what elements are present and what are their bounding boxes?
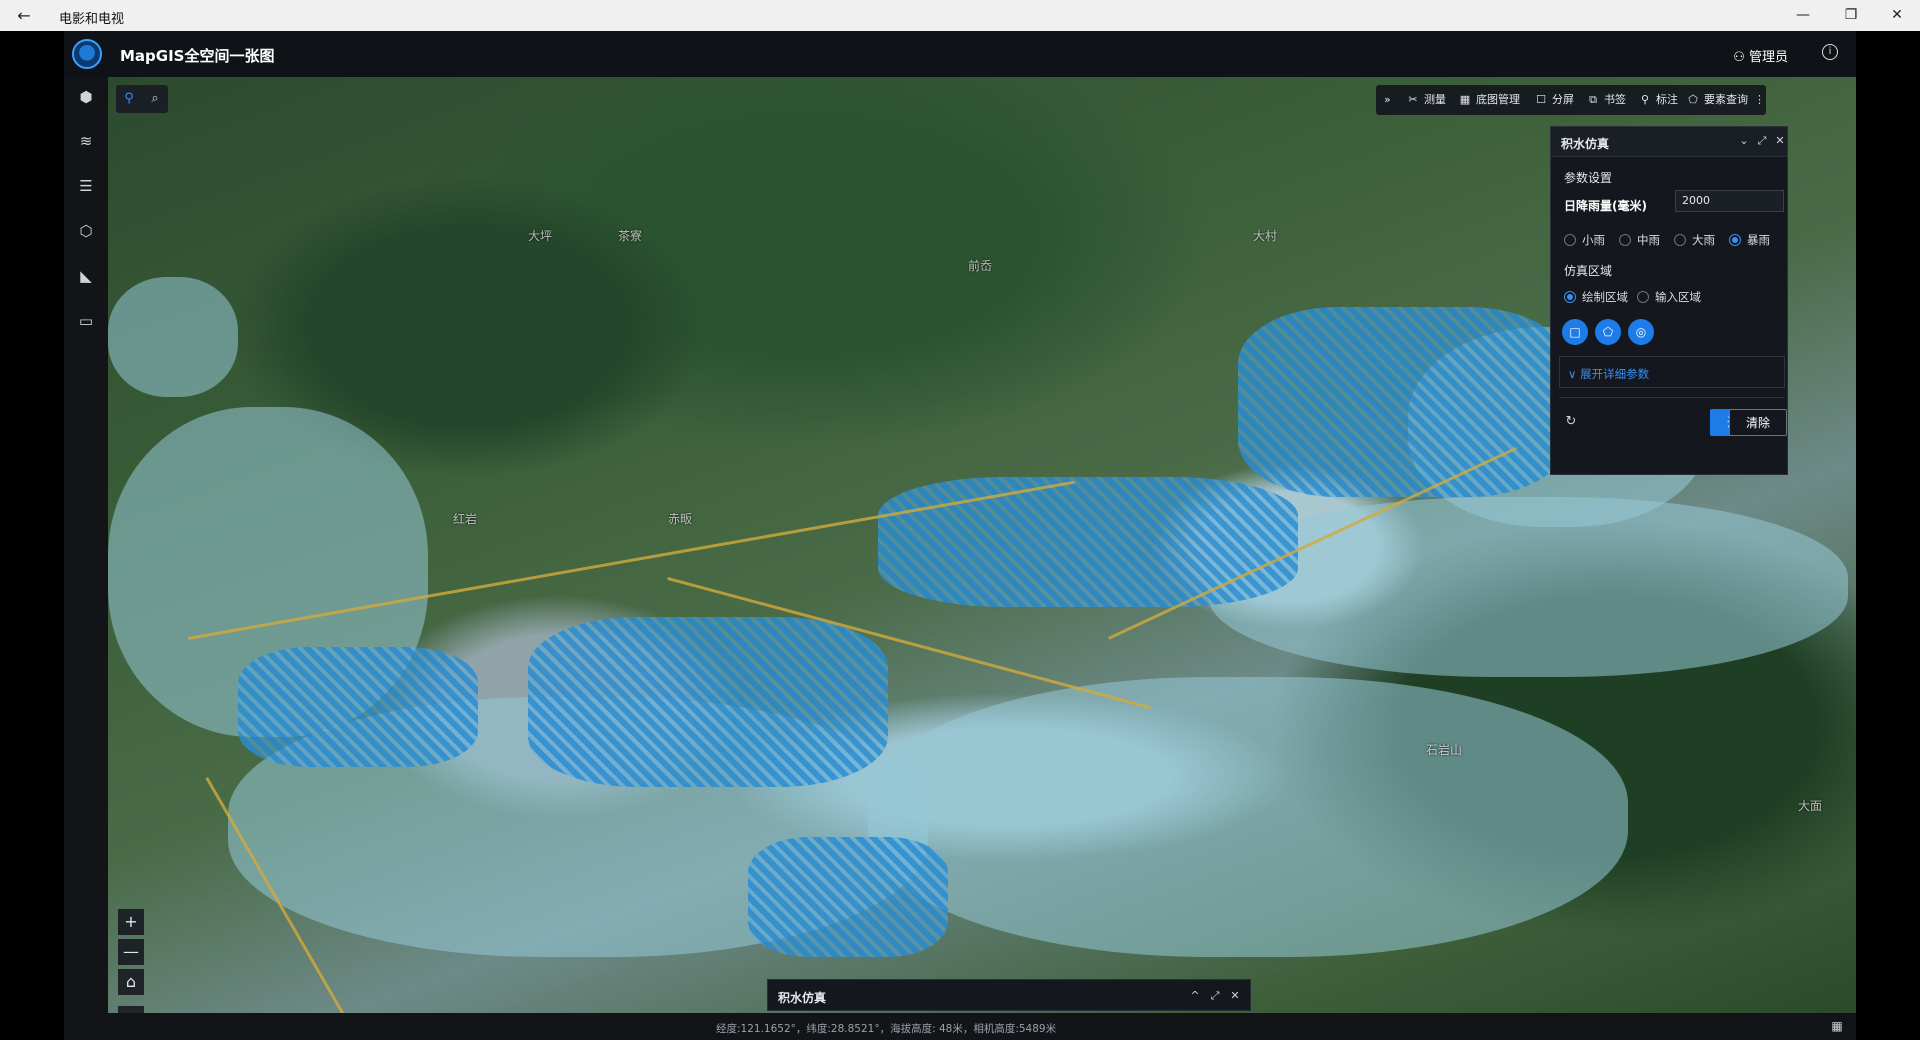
coordinate-readout: 经度:121.1652°，纬度:28.8521°，海拔高度: 48米，相机高度:… [716, 1023, 1057, 1035]
basemap-icon: ▦ [1459, 93, 1471, 106]
monitor-icon[interactable]: ▭ [74, 309, 98, 333]
layers-icon[interactable]: ≋ [74, 129, 98, 153]
location-icon[interactable]: ⚲ [122, 91, 136, 107]
flooded-buildings [1238, 307, 1568, 497]
flooded-buildings [878, 477, 1298, 607]
map-label: 茶寮 [618, 229, 643, 243]
rectangle-icon[interactable]: □ [1562, 319, 1588, 345]
map-label: 赤畈 [668, 512, 693, 526]
param-section-title: 参数设置 [1564, 171, 1613, 185]
map-label: 大坪 [528, 229, 553, 243]
zoom-out-button[interactable]: — [118, 939, 144, 965]
map-search: ⚲ ⌕ [116, 85, 168, 113]
expand-params-link[interactable]: ∨ 展开详细参数 [1568, 366, 1649, 382]
bookmark-icon: ⧉ [1589, 93, 1597, 106]
toolbar-bookmark[interactable]: ⧉ 书签 [1586, 85, 1626, 115]
app-header: MapGIS全空间一张图 ⚇ 管理员 i [64, 31, 1856, 77]
polygon-icon[interactable]: ⬠ [1595, 319, 1621, 345]
more-icon[interactable]: ⋮ [1754, 85, 1765, 115]
window-title: 电影和电视 [59, 12, 125, 27]
user-icon: ⚇ [1733, 50, 1745, 65]
close-icon[interactable]: ✕ [1228, 989, 1242, 1003]
user-menu[interactable]: ⚇ 管理员 [1733, 46, 1788, 65]
flood-area [108, 277, 238, 397]
chevron-down-icon[interactable]: ⌄ [1737, 134, 1751, 148]
flood-simulation-dock: 积水仿真 ^ ⤢ ✕ [767, 979, 1251, 1011]
close-window-icon[interactable]: ✕ [1874, 0, 1920, 31]
toolbar-basemap[interactable]: ▦ 底图管理 [1458, 85, 1520, 115]
close-icon[interactable]: ✕ [1773, 134, 1787, 148]
panel-title: 积水仿真 [1561, 137, 1610, 151]
user-name: 管理员 [1748, 50, 1788, 65]
flooded-buildings [528, 617, 888, 787]
split-screen-icon: ☐ [1536, 93, 1546, 106]
map-label: 石岩山 [1426, 743, 1463, 757]
grid-icon[interactable]: ▦ [1830, 1019, 1844, 1033]
left-sidebar: ⬢ ≋ ☰ ⬡ ◣ ▭ [64, 77, 108, 1040]
panel-header: 积水仿真 ⌄ ⤢ ✕ [1551, 127, 1787, 157]
home-icon[interactable]: ⌂ [118, 969, 144, 995]
mapgis-app: MapGIS全空间一张图 ⚇ 管理员 i ⬢ ≋ ☰ ⬡ ◣ ▭ 红岩 赤畈 大… [64, 31, 1856, 1040]
back-arrow-icon[interactable]: ← [14, 6, 34, 26]
list-icon[interactable]: ☰ [74, 174, 98, 198]
window-titlebar: ← 电影和电视 — ❐ ✕ [0, 0, 1920, 31]
minimize-icon[interactable]: — [1780, 0, 1826, 31]
map-label: 前岙 [968, 259, 993, 273]
restore-icon[interactable]: ❐ [1828, 0, 1874, 31]
map-label: 大村 [1253, 229, 1278, 243]
map-label: 大面 [1798, 799, 1823, 813]
region-section-title: 仿真区域 [1564, 264, 1613, 278]
package-icon[interactable]: ⬡ [74, 219, 98, 243]
chevron-up-icon[interactable]: ^ [1188, 989, 1202, 1003]
fullscreen-icon[interactable]: ⤢ [1208, 989, 1222, 1003]
toolbar-measure[interactable]: ✂ 测量 [1406, 85, 1446, 115]
toolbar-split-screen[interactable]: ☐ 分屏 [1534, 85, 1574, 115]
map-label: 红岩 [453, 512, 478, 526]
circle-icon[interactable]: ◎ [1628, 319, 1654, 345]
rainfall-label: 日降雨量(毫米) [1564, 199, 1647, 213]
flood-area [868, 677, 1628, 957]
dock-title: 积水仿真 [778, 991, 827, 1005]
flood-simulation-panel: 积水仿真 ⌄ ⤢ ✕ 参数设置 日降雨量(毫米) 2000 小雨 中雨 大雨 暴… [1550, 126, 1788, 475]
toolbar-feature-query[interactable]: ⬠ 要素查询 [1686, 85, 1748, 115]
panel-divider [1559, 397, 1785, 398]
feature-query-icon: ⬠ [1688, 93, 1698, 106]
clear-button[interactable]: 清除 [1729, 409, 1787, 436]
pin-icon: ⚲ [1640, 93, 1650, 106]
info-icon[interactable]: i [1822, 44, 1838, 60]
cube-icon[interactable]: ⬢ [74, 85, 98, 109]
toolbar-collapse-icon[interactable]: » [1384, 85, 1391, 115]
rainfall-input[interactable]: 2000 [1675, 190, 1784, 212]
measure-icon: ✂ [1408, 93, 1418, 106]
fullscreen-icon[interactable]: ⤢ [1755, 134, 1769, 148]
toolbar-annotation[interactable]: ⚲ 标注 [1638, 85, 1678, 115]
analysis-icon[interactable]: ◣ [74, 264, 98, 288]
mapgis-logo-icon [72, 39, 102, 69]
flooded-buildings [238, 647, 478, 767]
app-name: MapGIS全空间一张图 [120, 47, 275, 65]
map-toolbar: » ✂ 测量 ▦ 底图管理 ☐ 分屏 ⧉ 书签 ⚲ 标注 ⬠ 要素查询 ⋮ [1376, 85, 1766, 115]
search-icon[interactable]: ⌕ [147, 90, 163, 108]
status-bar: 经度:121.1652°，纬度:28.8521°，海拔高度: 48米，相机高度:… [108, 1013, 1856, 1040]
zoom-in-button[interactable]: + [118, 909, 144, 935]
view-mode-button[interactable]: 2D [118, 1006, 144, 1013]
flooded-buildings [748, 837, 948, 957]
reset-icon[interactable]: ↻ [1564, 415, 1578, 429]
detail-params-box: ∨ 展开详细参数 [1559, 356, 1785, 388]
